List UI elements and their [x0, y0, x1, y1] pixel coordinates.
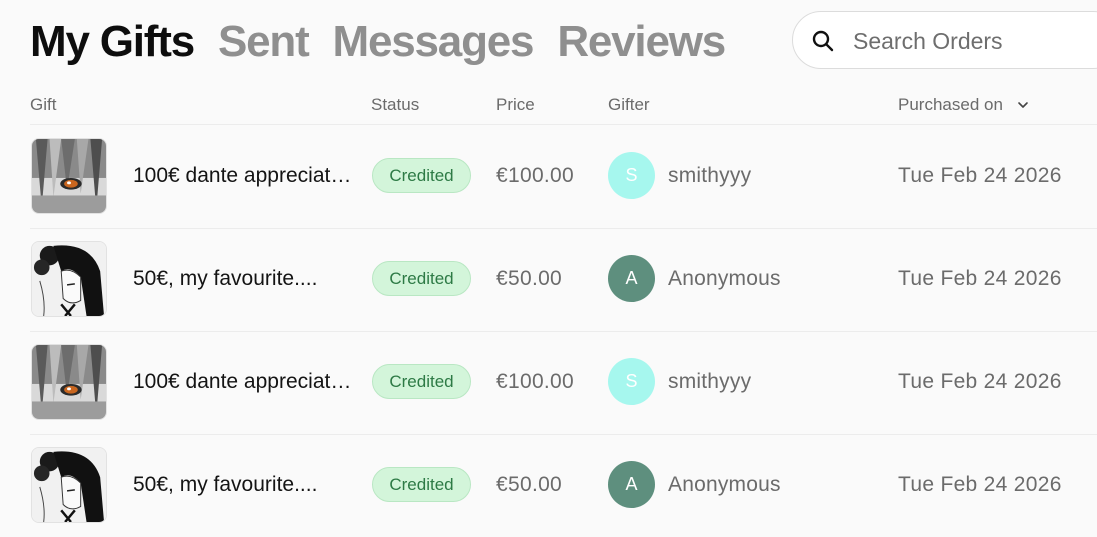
column-header-status: Status	[371, 95, 420, 114]
column-header-purchased-on[interactable]: Purchased on	[898, 94, 1029, 116]
gift-image[interactable]	[31, 138, 107, 214]
gift-name[interactable]: 100€ dante appreciation	[133, 369, 353, 395]
gifter-name: Anonymous	[668, 473, 781, 496]
table-row[interactable]: 100€ dante appreciation Credited €100.00…	[0, 125, 1097, 228]
column-header-gift: Gift	[30, 95, 57, 114]
gift-name[interactable]: 50€, my favourite....	[133, 266, 353, 292]
gift-image[interactable]	[31, 344, 107, 420]
gift-name[interactable]: 100€ dante appreciation	[133, 163, 353, 189]
price-value: €50.00	[496, 267, 563, 290]
table-row[interactable]: 50€, my favourite.... Credited €50.00 A …	[0, 228, 1097, 331]
gift-image[interactable]	[31, 241, 107, 317]
purchase-date: Tue Feb 24 2026	[898, 164, 1062, 187]
gifter-name: smithyyy	[668, 164, 752, 187]
search-box[interactable]	[792, 11, 1097, 69]
search-icon	[812, 30, 834, 52]
gifter-name: Anonymous	[668, 267, 781, 290]
purchase-date: Tue Feb 24 2026	[898, 267, 1062, 290]
price-value: €100.00	[496, 370, 575, 393]
column-header-price: Price	[496, 95, 535, 114]
table-row[interactable]: 100€ dante appreciation Credited €100.00…	[0, 331, 1097, 434]
price-value: €100.00	[496, 164, 575, 187]
tab-reviews[interactable]: Reviews	[557, 14, 726, 70]
gifter-name: smithyyy	[668, 370, 752, 393]
status-badge: Credited	[372, 364, 471, 399]
column-header-purchased-on-label: Purchased on	[898, 95, 1003, 114]
tab-bar: My Gifts Sent Messages Reviews	[30, 14, 726, 70]
avatar: A	[608, 255, 655, 302]
avatar: A	[608, 461, 655, 508]
tab-my-gifts[interactable]: My Gifts	[30, 14, 195, 70]
table-row[interactable]: 50€, my favourite.... Credited €50.00 A …	[0, 434, 1097, 537]
avatar: S	[608, 152, 655, 199]
status-badge: Credited	[372, 467, 471, 502]
purchase-date: Tue Feb 24 2026	[898, 473, 1062, 496]
avatar: S	[608, 358, 655, 405]
tab-sent[interactable]: Sent	[218, 14, 310, 70]
search-input[interactable]	[853, 24, 1097, 58]
status-badge: Credited	[372, 261, 471, 296]
gift-image[interactable]	[31, 447, 107, 523]
purchase-date: Tue Feb 24 2026	[898, 370, 1062, 393]
column-header-gifter: Gifter	[608, 95, 650, 114]
status-badge: Credited	[372, 158, 471, 193]
chevron-down-icon	[1018, 102, 1028, 108]
price-value: €50.00	[496, 473, 563, 496]
tab-messages[interactable]: Messages	[333, 14, 535, 70]
gift-name[interactable]: 50€, my favourite....	[133, 472, 353, 498]
